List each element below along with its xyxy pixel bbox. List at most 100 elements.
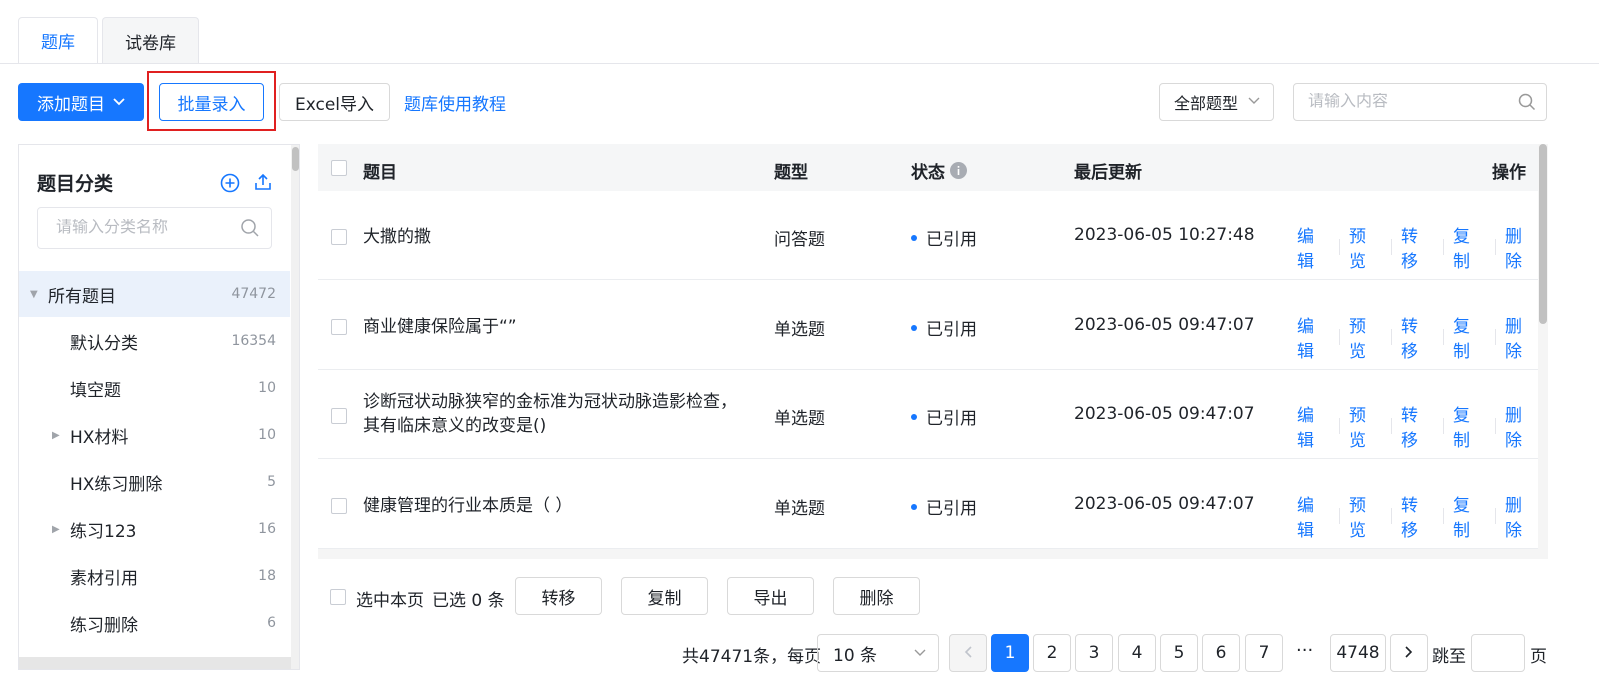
batch-copy-button[interactable]: 复制 <box>621 577 708 615</box>
page-6[interactable]: 6 <box>1202 634 1240 672</box>
tree-item-material-ref[interactable]: 素材引用 18 <box>19 553 290 599</box>
batch-delete-button[interactable]: 删除 <box>833 577 920 615</box>
sidebar-scrollbar[interactable] <box>291 145 299 669</box>
batch-entry-button[interactable]: 批量录入 <box>159 83 264 121</box>
excel-import-button[interactable]: Excel导入 <box>279 83 390 121</box>
tree-item-all[interactable]: ▼ 所有题目 47472 <box>19 271 290 317</box>
copy-link[interactable]: 复制 <box>1453 491 1486 541</box>
tree-item-count: 47472 <box>231 286 276 302</box>
delete-link[interactable]: 删除 <box>1505 312 1538 362</box>
tree-item-count: 6 <box>267 615 276 631</box>
table-row: 商业健康保险属于“” 单选题 已引用 2023-06-05 09:47:07 编… <box>318 281 1538 370</box>
search-icon[interactable] <box>1518 93 1536 116</box>
divider <box>1339 418 1340 434</box>
copy-link[interactable]: 复制 <box>1453 222 1486 272</box>
edit-link[interactable]: 编辑 <box>1297 312 1330 362</box>
row-status-label: 已引用 <box>926 499 977 519</box>
sidebar-horizontal-scrollbar[interactable] <box>19 657 291 669</box>
page-size-value: 10 条 <box>833 645 878 666</box>
next-page-button[interactable] <box>1390 634 1428 672</box>
delete-link[interactable]: 删除 <box>1505 401 1538 451</box>
edit-link[interactable]: 编辑 <box>1297 401 1330 451</box>
copy-link[interactable]: 复制 <box>1453 312 1486 362</box>
tab-question-bank[interactable]: 题库 <box>18 17 98 64</box>
scrollbar-thumb[interactable] <box>1539 144 1547 324</box>
table-horizontal-scrollbar[interactable] <box>318 549 1538 559</box>
row-checkbox[interactable] <box>331 319 347 335</box>
preview-link[interactable]: 预览 <box>1349 491 1382 541</box>
page-ellipsis[interactable]: ··· <box>1296 640 1313 661</box>
question-table: 题目 题型 状态 最后更新 操作 大撒的撒 问答题 已引用 2023-06-05… <box>318 144 1538 550</box>
page-2[interactable]: 2 <box>1033 634 1071 672</box>
edit-link[interactable]: 编辑 <box>1297 491 1330 541</box>
tab-paper-bank[interactable]: 试卷库 <box>102 17 199 64</box>
selected-count: 已选 0 条 <box>432 591 505 611</box>
page-3[interactable]: 3 <box>1075 634 1113 672</box>
transfer-link[interactable]: 转移 <box>1401 491 1434 541</box>
tree-item-label: 默认分类 <box>70 333 138 354</box>
page-size-select[interactable]: 10 条 <box>817 634 939 672</box>
scrollbar-thumb[interactable] <box>292 147 299 171</box>
chevron-down-icon <box>113 95 125 109</box>
page-5[interactable]: 5 <box>1160 634 1198 672</box>
status-dot <box>911 503 917 510</box>
select-page-checkbox[interactable] <box>330 589 346 605</box>
caret-down-icon[interactable]: ▼ <box>30 289 38 300</box>
caret-right-icon[interactable]: ▶ <box>52 524 60 535</box>
search-input[interactable] <box>1308 93 1508 111</box>
tree-item-practice-delete[interactable]: 练习删除 6 <box>19 600 290 646</box>
add-question-button[interactable]: 添加题目 <box>18 83 144 121</box>
edit-link[interactable]: 编辑 <box>1297 222 1330 272</box>
upload-icon[interactable] <box>253 172 273 197</box>
category-search-input[interactable] <box>56 219 226 237</box>
tree-item-hx-practice-delete[interactable]: HX练习删除 5 <box>19 459 290 505</box>
prev-page-button[interactable] <box>949 634 987 672</box>
jump-page-field[interactable] <box>1472 635 1524 671</box>
delete-link[interactable]: 删除 <box>1505 222 1538 272</box>
table-scrollbar[interactable] <box>1538 144 1548 559</box>
tree-item-fill-blank[interactable]: 填空题 10 <box>19 365 290 411</box>
page-last[interactable]: 4748 <box>1330 634 1386 672</box>
batch-export-button[interactable]: 导出 <box>727 577 814 615</box>
copy-link[interactable]: 复制 <box>1453 401 1486 451</box>
info-icon[interactable] <box>950 162 967 179</box>
transfer-link[interactable]: 转移 <box>1401 401 1434 451</box>
transfer-link[interactable]: 转移 <box>1401 312 1434 362</box>
divider <box>1391 418 1392 434</box>
add-circle-icon[interactable] <box>220 173 240 198</box>
preview-link[interactable]: 预览 <box>1349 222 1382 272</box>
tutorial-link[interactable]: 题库使用教程 <box>404 90 506 115</box>
delete-link[interactable]: 删除 <box>1505 491 1538 541</box>
row-checkbox[interactable] <box>331 229 347 245</box>
preview-link[interactable]: 预览 <box>1349 312 1382 362</box>
page-7[interactable]: 7 <box>1245 634 1283 672</box>
sidebar-title: 题目分类 <box>37 173 114 195</box>
row-actions: 编辑 预览 转移 复制 删除 <box>1297 491 1538 541</box>
preview-link[interactable]: 预览 <box>1349 401 1382 451</box>
jump-to-label: 跳至 <box>1432 647 1466 667</box>
tree-item-label: 素材引用 <box>70 568 138 589</box>
divider <box>1494 239 1496 255</box>
tree-item-hx-material[interactable]: ▶ HX材料 10 <box>19 412 290 458</box>
batch-transfer-button[interactable]: 转移 <box>515 577 602 615</box>
search-icon[interactable] <box>240 218 260 243</box>
transfer-link[interactable]: 转移 <box>1401 222 1434 272</box>
divider <box>1494 329 1496 345</box>
table-header: 题目 题型 状态 最后更新 操作 <box>318 144 1538 191</box>
select-all-checkbox[interactable] <box>331 160 347 176</box>
status-dot <box>911 234 917 241</box>
select-page-label[interactable]: 选中本页 <box>356 586 424 611</box>
tree-item-practice-123[interactable]: ▶ 练习123 16 <box>19 506 290 552</box>
tree-item-default[interactable]: 默认分类 16354 <box>19 318 290 364</box>
page-1[interactable]: 1 <box>991 634 1029 672</box>
divider <box>1494 508 1496 524</box>
row-updated: 2023-06-05 10:27:48 <box>1074 225 1255 245</box>
row-checkbox[interactable] <box>331 498 347 514</box>
question-type-select[interactable]: 全部题型 <box>1159 83 1274 121</box>
jump-page-input[interactable] <box>1471 634 1525 672</box>
row-checkbox[interactable] <box>331 408 347 424</box>
tree-item-count: 18 <box>258 568 276 584</box>
page-4[interactable]: 4 <box>1118 634 1156 672</box>
tree-item-count: 16 <box>258 521 276 537</box>
caret-right-icon[interactable]: ▶ <box>52 430 60 441</box>
